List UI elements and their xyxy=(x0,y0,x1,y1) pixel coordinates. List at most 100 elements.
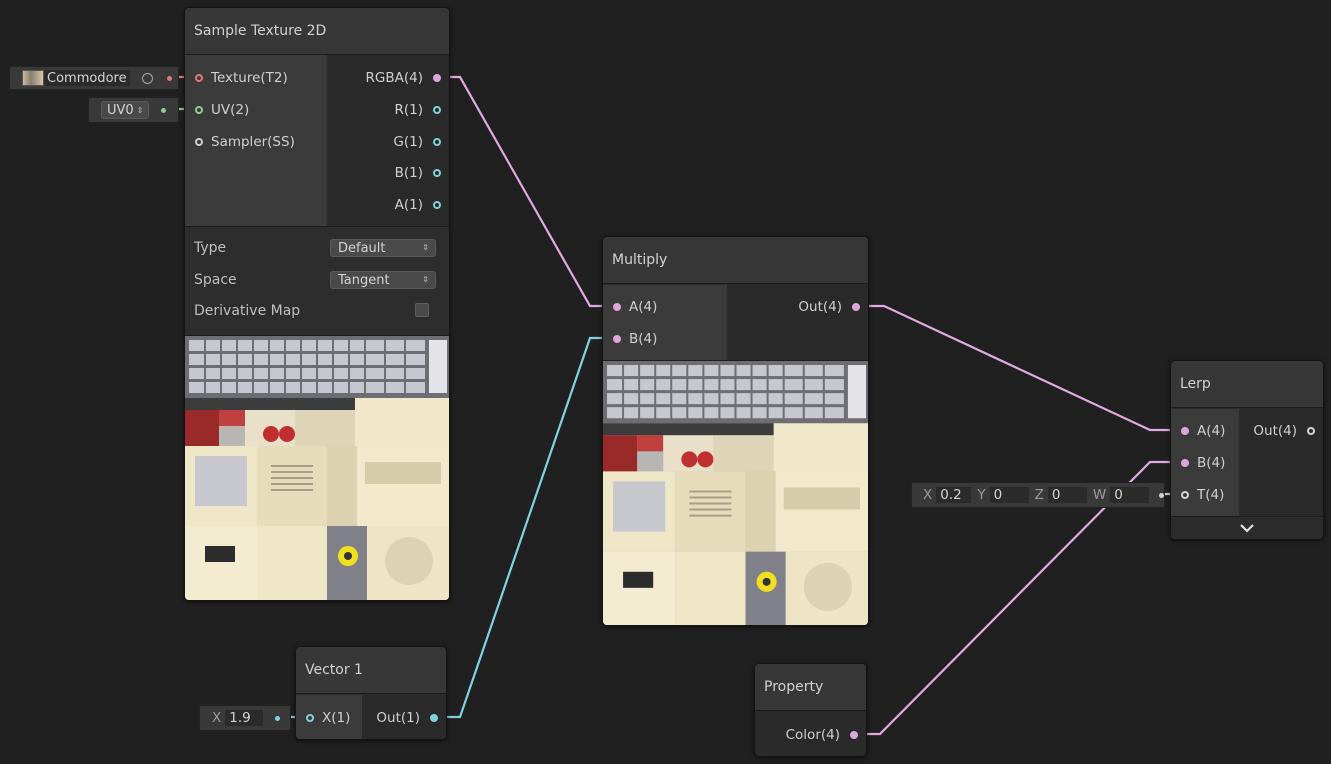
input-port-uv[interactable]: UV(2) xyxy=(195,100,249,120)
node-title[interactable]: Sample Texture 2D xyxy=(185,8,449,55)
g-port-icon[interactable] xyxy=(433,138,441,146)
node-title[interactable]: Vector 1 xyxy=(296,647,446,694)
object-picker-icon[interactable] xyxy=(141,72,153,84)
dropdown-arrows-icon: ⇕ xyxy=(422,275,429,284)
vector1-x-field[interactable]: X 1.9 xyxy=(199,705,291,731)
a-port-icon[interactable] xyxy=(613,303,621,311)
port-label: Out(1) xyxy=(376,710,420,726)
output-port-color[interactable]: Color(4) xyxy=(786,725,858,745)
output-port-out[interactable]: Out(4) xyxy=(1253,421,1315,441)
input-port-b[interactable]: B(4) xyxy=(613,329,657,349)
y-value[interactable]: 0 xyxy=(989,487,1029,503)
output-port-g[interactable]: G(1) xyxy=(393,132,441,152)
lerp-t-field-connector xyxy=(1159,492,1165,498)
property-node[interactable]: Property Color(4) xyxy=(754,663,867,757)
uv-port-icon[interactable] xyxy=(195,106,203,114)
node-title[interactable]: Property xyxy=(755,664,866,711)
space-label: Space xyxy=(194,272,237,288)
a-port-icon[interactable] xyxy=(1181,427,1189,435)
out-port-icon[interactable] xyxy=(852,303,860,311)
x-label: X xyxy=(923,487,933,503)
texture-field-value: Commodore xyxy=(44,70,130,86)
w-label: W xyxy=(1092,487,1107,503)
y-label: Y xyxy=(977,487,986,503)
x-label: X xyxy=(212,710,222,726)
node-title[interactable]: Lerp xyxy=(1171,361,1323,408)
output-port-a[interactable]: A(1) xyxy=(395,195,441,215)
output-port-r[interactable]: R(1) xyxy=(394,100,441,120)
derivative-map-checkbox[interactable] xyxy=(415,303,429,317)
r-port-icon[interactable] xyxy=(433,106,441,114)
uv-dropdown-value: UV0 xyxy=(107,102,134,118)
port-label: Out(4) xyxy=(1253,423,1297,439)
b-port-icon[interactable] xyxy=(433,169,441,177)
port-label: A(4) xyxy=(629,299,658,315)
input-port-b[interactable]: B(4) xyxy=(1181,453,1225,473)
texture-port-icon[interactable] xyxy=(195,74,203,82)
input-port-a[interactable]: A(4) xyxy=(1181,421,1225,441)
rgba-port-icon[interactable] xyxy=(433,74,441,82)
port-label: A(4) xyxy=(1197,423,1226,439)
node-settings: Type Default ⇕ Space Tangent ⇕ Derivativ… xyxy=(185,226,449,335)
uv-dropdown[interactable]: UV0 ⇕ xyxy=(101,101,150,119)
b-port-icon[interactable] xyxy=(613,335,621,343)
lerp-t-field[interactable]: X 0.2 Y 0 Z 0 W 0 xyxy=(911,482,1165,508)
uv-field-connector xyxy=(161,107,167,113)
multiply-preview-image xyxy=(603,361,868,625)
uv-field[interactable]: UV0 ⇕ xyxy=(88,97,179,123)
dropdown-arrows-icon: ⇕ xyxy=(136,105,144,115)
a-port-icon[interactable] xyxy=(433,201,441,209)
vector1-field-connector xyxy=(275,715,281,721)
wire-multiply-to-lerp-a xyxy=(852,304,1184,432)
texture-thumbnail-icon xyxy=(22,70,44,86)
port-label: R(1) xyxy=(394,102,423,118)
type-dropdown-value: Default xyxy=(338,240,386,256)
space-dropdown[interactable]: Tangent ⇕ xyxy=(330,271,436,289)
port-label: B(1) xyxy=(394,165,423,181)
texture-field[interactable]: Commodore xyxy=(9,66,179,90)
output-port-rgba[interactable]: RGBA(4) xyxy=(366,68,441,88)
input-port-texture[interactable]: Texture(T2) xyxy=(195,68,288,88)
input-port-a[interactable]: A(4) xyxy=(613,297,657,317)
multiply-node[interactable]: Multiply A(4) B(4) Out(4) xyxy=(602,236,869,626)
space-dropdown-value: Tangent xyxy=(338,272,390,288)
type-label: Type xyxy=(194,240,227,256)
x-port-icon[interactable] xyxy=(306,714,314,722)
output-port-out[interactable]: Out(1) xyxy=(376,708,438,728)
port-label: G(1) xyxy=(393,134,423,150)
lerp-node[interactable]: Lerp A(4) B(4) T(4) Out(4) xyxy=(1170,360,1324,540)
texture-preview xyxy=(185,335,449,600)
port-label: Out(4) xyxy=(798,299,842,315)
sample-texture-2d-node[interactable]: Sample Texture 2D Texture(T2) UV(2) Samp… xyxy=(184,7,450,601)
port-label: Color(4) xyxy=(785,727,840,743)
port-label: X(1) xyxy=(322,710,351,726)
input-port-x[interactable]: X(1) xyxy=(306,708,350,728)
node-title[interactable]: Multiply xyxy=(603,237,868,284)
output-port-out[interactable]: Out(4) xyxy=(798,297,860,317)
input-port-t[interactable]: T(4) xyxy=(1181,485,1224,505)
vector1-node[interactable]: Vector 1 X(1) Out(1) xyxy=(295,646,447,740)
output-port-b[interactable]: B(1) xyxy=(395,163,441,183)
t-port-icon[interactable] xyxy=(1181,491,1189,499)
sampler-port-icon[interactable] xyxy=(195,138,203,146)
port-label: B(4) xyxy=(629,331,658,347)
color-port-icon[interactable] xyxy=(850,731,858,739)
input-port-sampler[interactable]: Sampler(SS) xyxy=(195,132,295,152)
multiply-preview xyxy=(603,360,868,625)
port-label: Texture(T2) xyxy=(211,70,288,86)
b-port-icon[interactable] xyxy=(1181,459,1189,467)
port-label: T(4) xyxy=(1197,487,1225,503)
dropdown-arrows-icon: ⇕ xyxy=(422,243,429,252)
x-value[interactable]: 1.9 xyxy=(225,710,264,726)
port-label: RGBA(4) xyxy=(365,70,423,86)
texture-field-connector xyxy=(166,75,172,81)
out-port-icon[interactable] xyxy=(430,714,438,722)
port-label: Sampler(SS) xyxy=(211,134,295,150)
out-port-icon[interactable] xyxy=(1307,427,1315,435)
port-label: A(1) xyxy=(394,197,423,213)
expand-preview-button[interactable] xyxy=(1171,516,1323,539)
w-value[interactable]: 0 xyxy=(1110,487,1150,503)
x-value[interactable]: 0.2 xyxy=(936,487,972,503)
type-dropdown[interactable]: Default ⇕ xyxy=(330,239,436,257)
z-value[interactable]: 0 xyxy=(1047,487,1087,503)
